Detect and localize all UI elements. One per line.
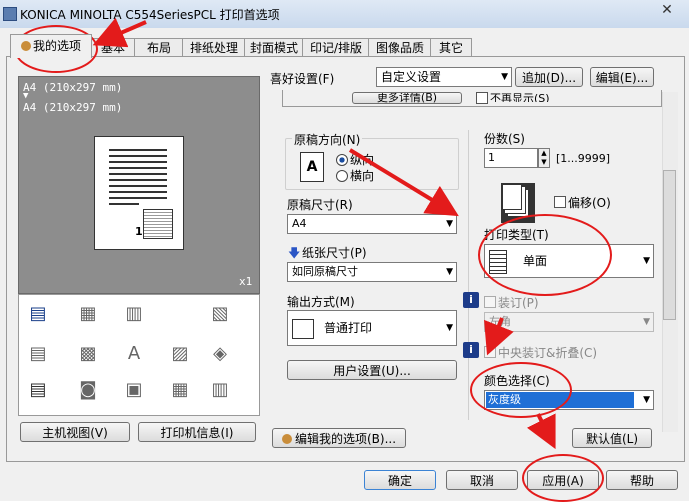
tab-label: 我的选项 — [32, 39, 81, 53]
annotation-circle-apply — [522, 454, 604, 502]
chevron-down-icon: ▼ — [446, 323, 453, 333]
column-divider — [468, 130, 469, 420]
booklet-icon[interactable]: ▩ — [77, 343, 99, 365]
layout-icon[interactable]: ▦ — [77, 303, 99, 325]
account-icon[interactable]: ▣ — [123, 379, 145, 401]
tab-cover-mode[interactable]: 封面模式 — [244, 38, 304, 57]
edit-favorite-button[interactable]: 编辑(E)... — [590, 67, 654, 87]
edit-my-options-label: 编辑我的选项(B)... — [294, 432, 397, 446]
portrait-page-icon: A — [300, 152, 324, 182]
defaults-button[interactable]: 默认值(L) — [572, 428, 652, 448]
info-icon[interactable]: i — [463, 342, 479, 358]
ok-button[interactable]: 确定 — [364, 470, 436, 490]
portrait-radio[interactable] — [336, 154, 348, 166]
no-show-checkbox[interactable] — [476, 92, 488, 104]
more-details-button[interactable]: 更多详情(B) — [352, 92, 462, 104]
preview-arrow: ▼ — [23, 91, 29, 101]
binding-checkbox[interactable] — [484, 296, 496, 308]
original-size-value: A4 — [292, 217, 307, 230]
center-staple-checkbox[interactable] — [484, 346, 496, 358]
cancel-button[interactable]: 取消 — [446, 470, 518, 490]
user-icon — [20, 41, 31, 51]
host-view-button[interactable]: 主机视图(V) — [20, 422, 130, 442]
tab-layout[interactable]: 布局 — [134, 38, 184, 57]
output-method-icon[interactable]: ▤ — [27, 303, 49, 325]
font-icon[interactable]: A — [123, 343, 145, 365]
watermark-icon[interactable]: ▨ — [169, 343, 191, 365]
copies-value: 1 — [488, 151, 495, 164]
help-button[interactable]: 帮助 — [606, 470, 678, 490]
copies-range: [1...9999] — [556, 152, 611, 165]
preview-paper-size: A4 (210x297 mm) — [23, 101, 123, 114]
binding-label: 装订(P) — [498, 296, 539, 310]
tab-other[interactable]: 其它 — [430, 38, 472, 57]
landscape-label: 横向 — [350, 169, 375, 183]
scrollbar-thumb[interactable] — [663, 170, 676, 320]
add-favorite-button[interactable]: 追加(D)... — [515, 67, 583, 87]
copies-input[interactable]: 1 — [484, 148, 538, 168]
printer-info-button[interactable]: 打印机信息(I) — [138, 422, 256, 442]
info-icon[interactable]: i — [463, 292, 479, 308]
document-icon[interactable]: ▤ — [27, 379, 49, 401]
printer-icon — [292, 318, 314, 339]
chevron-down-icon: ▼ — [501, 72, 508, 82]
preview-page-number: 1 — [135, 225, 143, 238]
copies-label: 份数(S) — [484, 132, 525, 146]
edit-my-options-button[interactable]: 编辑我的选项(B)... — [272, 428, 406, 448]
tab-finishing[interactable]: 排纸处理 — [182, 38, 246, 57]
window-title: KONICA MINOLTA C554SeriesPCL 打印首选项 — [20, 8, 280, 22]
tab-my-options[interactable]: 我的选项 — [10, 34, 92, 58]
user-icon — [281, 434, 292, 444]
output-method-select[interactable]: 普通打印 ▼ — [287, 310, 457, 346]
preview-page: 1 — [94, 136, 184, 250]
favorites-value: 自定义设置 — [381, 70, 442, 84]
no-show-label: 不再显示(S) — [490, 92, 550, 102]
copies-spinner[interactable]: ▲ ▼ — [538, 148, 550, 168]
function-icon-grid: ▤ ▦ ▥ ▧ ▤ ▩ A ▨ ◈ ▤ ◙ ▣ ▦ ▥ — [18, 294, 260, 416]
output-method-value: 普通打印 — [324, 321, 373, 335]
favorites-label: 喜好设置(F) — [270, 72, 335, 86]
favorites-select[interactable]: 自定义设置 ▼ — [376, 67, 512, 87]
center-staple-label: 中央装订&折叠(C) — [498, 346, 598, 360]
orientation-label: 原稿方向(N) — [292, 131, 363, 148]
landscape-radio[interactable] — [336, 170, 348, 182]
annotation-circle-print-type — [478, 214, 612, 296]
offset-label: 偏移(O) — [568, 196, 611, 210]
chevron-down-icon: ▼ — [643, 317, 650, 327]
tab-image-quality[interactable]: 图像品质 — [368, 38, 432, 57]
binding-position-select: 左角 ▼ — [484, 312, 654, 332]
box-icon[interactable]: ▥ — [209, 379, 231, 401]
collate-icon — [502, 184, 522, 210]
chevron-down-icon: ▼ — [446, 267, 453, 277]
original-size-select[interactable]: A4 ▼ — [287, 214, 457, 234]
chevron-down-icon: ▼ — [446, 219, 453, 229]
binding-position-value: 左角 — [489, 315, 511, 328]
duplex-icon[interactable]: ▥ — [123, 303, 145, 325]
fold-icon[interactable]: ◈ — [209, 343, 231, 365]
settings-scroll-area — [282, 90, 662, 107]
chevron-down-icon: ▼ — [643, 256, 650, 266]
punch-icon[interactable]: ▤ — [27, 343, 49, 365]
close-icon[interactable]: ✕ — [652, 2, 682, 20]
portrait-label: 纵向 — [350, 153, 375, 167]
preview-scale: x1 — [239, 275, 253, 288]
secure-print-icon[interactable]: ▦ — [169, 379, 191, 401]
annotation-circle-color — [470, 362, 572, 418]
original-size-label: 原稿尺寸(R) — [287, 198, 353, 212]
user-settings-button[interactable]: 用户设置(U)... — [287, 360, 457, 380]
tab-stamp-layout[interactable]: 印记/排版 — [302, 38, 370, 57]
chevron-down-icon: ▼ — [643, 395, 650, 405]
paper-size-label: 纸张尺寸(P) — [302, 246, 367, 260]
offset-checkbox[interactable] — [554, 196, 566, 208]
user-auth-icon[interactable]: ◙ — [77, 379, 99, 401]
staple-icon[interactable]: ▧ — [209, 303, 231, 325]
preview-thumbnail — [143, 209, 173, 239]
output-method-label: 输出方式(M) — [287, 295, 355, 309]
printer-app-icon — [3, 7, 17, 21]
preview-original-size: A4 (210x297 mm) — [23, 81, 123, 94]
paper-size-value: 如同原稿尺寸 — [292, 265, 358, 278]
paper-size-select[interactable]: 如同原稿尺寸 ▼ — [287, 262, 457, 282]
